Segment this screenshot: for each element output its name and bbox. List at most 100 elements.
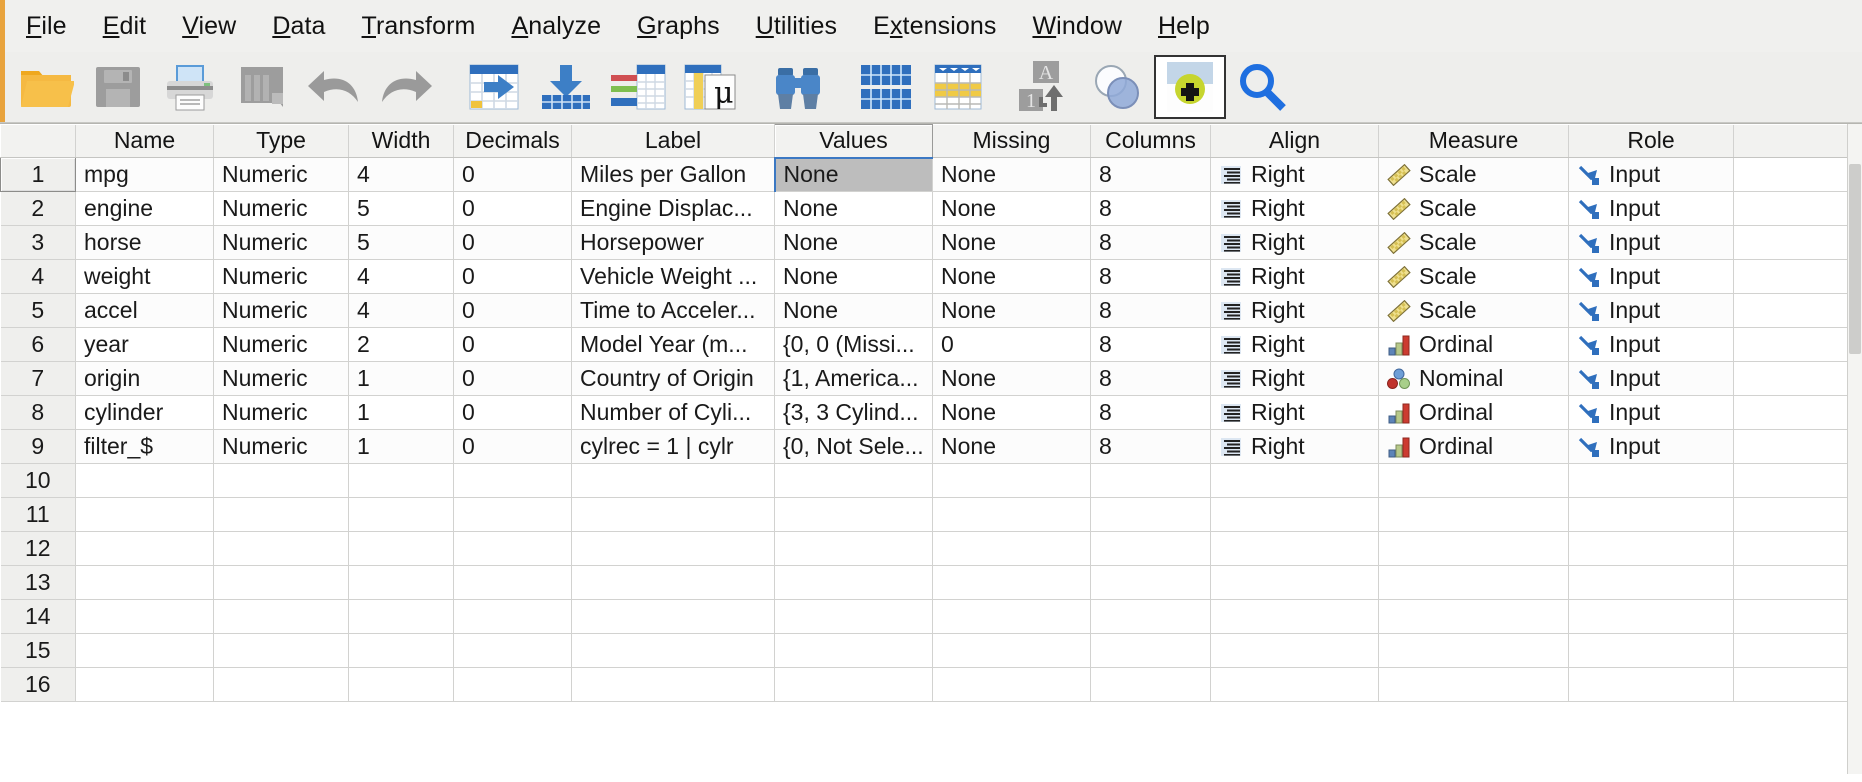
goto-case-icon[interactable]: [458, 55, 530, 119]
cell-missing-row7[interactable]: None: [932, 361, 1091, 396]
cell-role-row9[interactable]: Input: [1568, 429, 1734, 464]
cell-type-row14[interactable]: [213, 599, 349, 634]
row-header-13[interactable]: 13: [0, 565, 76, 600]
cell-align-row14[interactable]: [1210, 599, 1379, 634]
column-header-measure[interactable]: Measure: [1378, 124, 1569, 158]
cell-label-row11[interactable]: [571, 497, 775, 532]
row-header-16[interactable]: 16: [0, 667, 76, 702]
cell-missing-row1[interactable]: None: [932, 157, 1091, 192]
value-labels-mu-icon[interactable]: μ: [674, 55, 746, 119]
menu-item-transform[interactable]: Transform: [344, 8, 494, 45]
cell-decimals-row12[interactable]: [453, 531, 572, 566]
row-header-5[interactable]: 5: [0, 293, 76, 328]
row-header-1[interactable]: 1: [0, 157, 76, 192]
cell-decimals-row7[interactable]: 0: [453, 361, 572, 396]
cell-columns-row11[interactable]: [1090, 497, 1211, 532]
row-header-2[interactable]: 2: [0, 191, 76, 226]
cell-values-row9[interactable]: {0, Not Sele...: [774, 429, 933, 464]
menu-item-help[interactable]: Help: [1140, 8, 1228, 45]
cell-type-row2[interactable]: Numeric: [213, 191, 349, 226]
cell-decimals-row3[interactable]: 0: [453, 225, 572, 260]
cell-width-row4[interactable]: 4: [348, 259, 454, 294]
cell-type-row13[interactable]: [213, 565, 349, 600]
scroll-up-arrow[interactable]: [1848, 124, 1862, 140]
menu-item-window[interactable]: Window: [1014, 8, 1140, 45]
cell-measure-row7[interactable]: Nominal: [1378, 361, 1569, 396]
column-header-columns[interactable]: Columns: [1090, 124, 1211, 158]
cell-missing-row3[interactable]: None: [932, 225, 1091, 260]
cell-role-row12[interactable]: [1568, 531, 1734, 566]
cell-role-row11[interactable]: [1568, 497, 1734, 532]
goto-variable-icon[interactable]: [530, 55, 602, 119]
cell-type-row6[interactable]: Numeric: [213, 327, 349, 362]
cell-values-row2[interactable]: None: [774, 191, 933, 226]
find-binoculars-icon[interactable]: [762, 55, 834, 119]
cell-type-row10[interactable]: [213, 463, 349, 498]
cell-name-row15[interactable]: [75, 633, 214, 668]
row-header-7[interactable]: 7: [0, 361, 76, 396]
cell-columns-row4[interactable]: 8: [1090, 259, 1211, 294]
cell-role-row4[interactable]: Input: [1568, 259, 1734, 294]
cell-missing-row9[interactable]: None: [932, 429, 1091, 464]
cell-missing-row6[interactable]: 0: [932, 327, 1091, 362]
cell-missing-row15[interactable]: [932, 633, 1091, 668]
cell-role-row15[interactable]: [1568, 633, 1734, 668]
cell-role-row2[interactable]: Input: [1568, 191, 1734, 226]
cell-type-row9[interactable]: Numeric: [213, 429, 349, 464]
cell-missing-row10[interactable]: [932, 463, 1091, 498]
cell-columns-row9[interactable]: 8: [1090, 429, 1211, 464]
cell-values-row15[interactable]: [774, 633, 933, 668]
column-header-decimals[interactable]: Decimals: [453, 124, 572, 158]
row-header-8[interactable]: 8: [0, 395, 76, 430]
cell-values-row5[interactable]: None: [774, 293, 933, 328]
cell-values-row11[interactable]: [774, 497, 933, 532]
cell-decimals-row14[interactable]: [453, 599, 572, 634]
cell-missing-row11[interactable]: [932, 497, 1091, 532]
cell-decimals-row11[interactable]: [453, 497, 572, 532]
column-header-width[interactable]: Width: [348, 124, 454, 158]
undo-icon[interactable]: [298, 55, 370, 119]
cell-width-row5[interactable]: 4: [348, 293, 454, 328]
cell-align-row2[interactable]: Right: [1210, 191, 1379, 226]
cell-columns-row7[interactable]: 8: [1090, 361, 1211, 396]
cell-measure-row14[interactable]: [1378, 599, 1569, 634]
cell-label-row7[interactable]: Country of Origin: [571, 361, 775, 396]
cell-missing-row4[interactable]: None: [932, 259, 1091, 294]
cell-label-row2[interactable]: Engine Displac...: [571, 191, 775, 226]
cell-name-row12[interactable]: [75, 531, 214, 566]
cell-values-row16[interactable]: [774, 667, 933, 702]
column-header-values[interactable]: Values: [774, 124, 933, 158]
cell-columns-row13[interactable]: [1090, 565, 1211, 600]
cell-name-row7[interactable]: origin: [75, 361, 214, 396]
cell-columns-row14[interactable]: [1090, 599, 1211, 634]
column-header-name[interactable]: Name: [75, 124, 214, 158]
cell-align-row5[interactable]: Right: [1210, 293, 1379, 328]
cell-measure-row10[interactable]: [1378, 463, 1569, 498]
cell-measure-row11[interactable]: [1378, 497, 1569, 532]
menu-item-graphs[interactable]: Graphs: [619, 8, 738, 45]
cell-align-row6[interactable]: Right: [1210, 327, 1379, 362]
cell-width-row10[interactable]: [348, 463, 454, 498]
sort-cases-icon[interactable]: A 1: [1010, 55, 1082, 119]
cell-type-row15[interactable]: [213, 633, 349, 668]
cell-measure-row2[interactable]: Scale: [1378, 191, 1569, 226]
save-icon[interactable]: [82, 55, 154, 119]
cell-label-row4[interactable]: Vehicle Weight ...: [571, 259, 775, 294]
cell-values-row10[interactable]: [774, 463, 933, 498]
cell-missing-row16[interactable]: [932, 667, 1091, 702]
row-header-3[interactable]: 3: [0, 225, 76, 260]
cell-values-row8[interactable]: {3, 3 Cylind...: [774, 395, 933, 430]
cell-values-row14[interactable]: [774, 599, 933, 634]
cell-missing-row8[interactable]: None: [932, 395, 1091, 430]
cell-measure-row3[interactable]: Scale: [1378, 225, 1569, 260]
cell-label-row10[interactable]: [571, 463, 775, 498]
cell-width-row11[interactable]: [348, 497, 454, 532]
cell-columns-row10[interactable]: [1090, 463, 1211, 498]
cell-type-row5[interactable]: Numeric: [213, 293, 349, 328]
cell-missing-row14[interactable]: [932, 599, 1091, 634]
select-cases-magnifier-icon[interactable]: [1226, 55, 1298, 119]
cell-label-row12[interactable]: [571, 531, 775, 566]
cell-align-row1[interactable]: Right: [1210, 157, 1379, 192]
redo-icon[interactable]: [370, 55, 442, 119]
menu-item-utilities[interactable]: Utilities: [738, 8, 855, 45]
